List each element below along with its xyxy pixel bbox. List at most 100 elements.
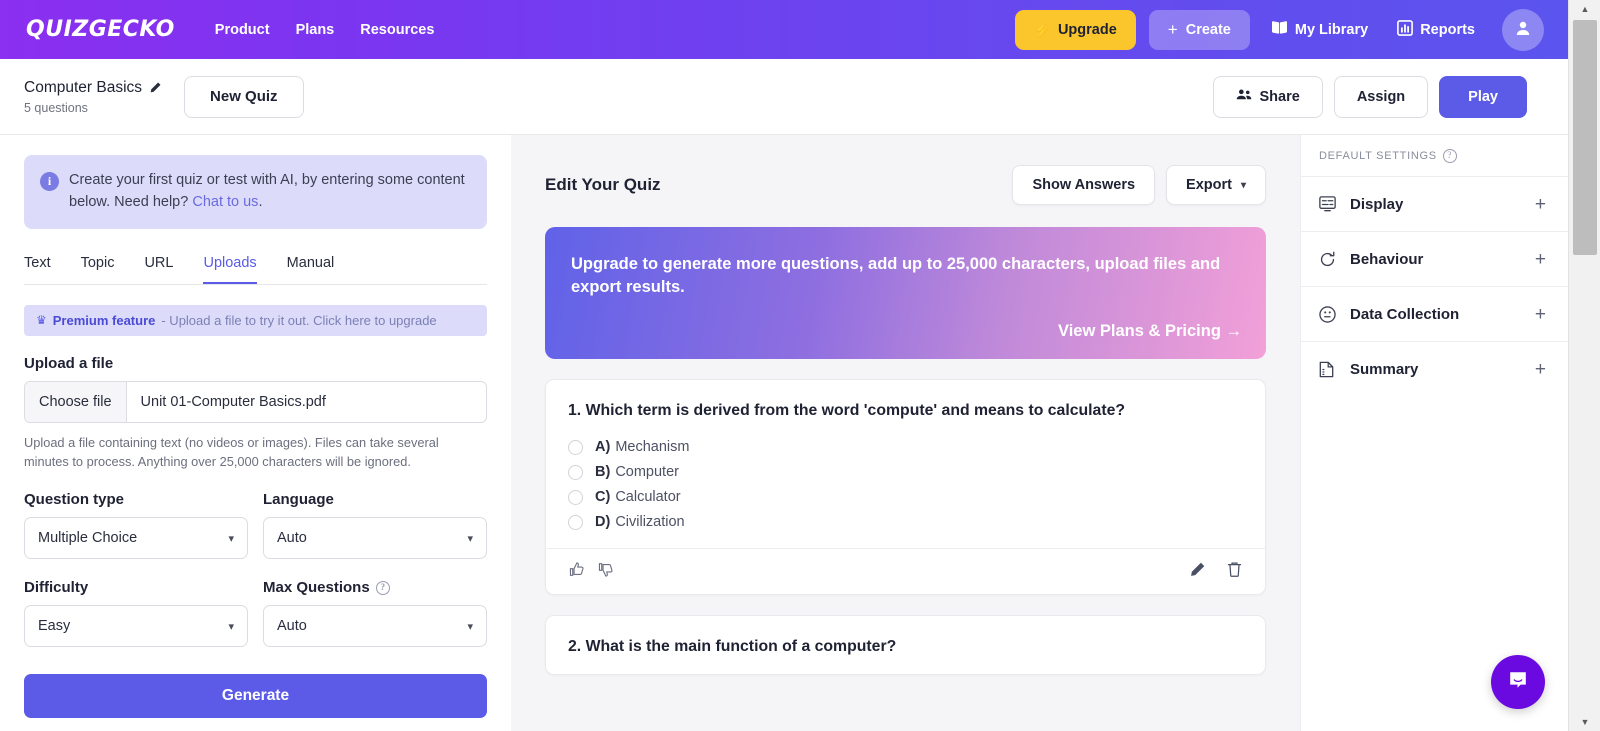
my-library-label: My Library	[1295, 22, 1368, 38]
info-banner: i Create your first quiz or test with AI…	[24, 155, 487, 229]
nav-link-resources[interactable]: Resources	[360, 22, 434, 38]
max-questions-label: Max Questions ?	[263, 579, 487, 596]
tab-topic[interactable]: Topic	[81, 251, 115, 284]
quiz-subheader: Computer Basics 5 questions New Quiz	[0, 59, 1568, 135]
expand-plus-icon[interactable]: +	[1535, 360, 1546, 379]
quiz-source-panel: i Create your first quiz or test with AI…	[0, 135, 511, 731]
choose-file-button[interactable]: Choose file	[25, 382, 127, 422]
share-button[interactable]: Share	[1213, 76, 1323, 118]
setting-label-behaviour: Behaviour	[1350, 251, 1423, 268]
view-plans-pricing-link[interactable]: View Plans & Pricing →	[1058, 322, 1242, 341]
assign-button[interactable]: Assign	[1334, 76, 1428, 118]
option-letter: C)	[595, 489, 610, 505]
radio-button[interactable]	[568, 515, 583, 530]
setting-row-display[interactable]: Display +	[1301, 176, 1568, 231]
upgrade-button-label: Upgrade	[1058, 22, 1117, 38]
help-circle-icon[interactable]: ?	[376, 581, 390, 595]
radio-button[interactable]	[568, 490, 583, 505]
default-settings-text: DEFAULT SETTINGS	[1319, 150, 1437, 162]
premium-feature-label: Premium feature	[53, 313, 156, 328]
source-tabs: Text Topic URL Uploads Manual	[24, 251, 487, 285]
reports-link[interactable]: Reports	[1389, 20, 1483, 40]
quiz-title: Computer Basics	[24, 79, 142, 97]
create-button-label: Create	[1186, 22, 1231, 38]
question-option[interactable]: A) Mechanism	[568, 439, 1243, 455]
question-type-select[interactable]: Multiple Choice ▾	[24, 517, 248, 559]
expand-plus-icon[interactable]: +	[1535, 305, 1546, 324]
nav-link-product[interactable]: Product	[215, 22, 270, 38]
difficulty-label-text: Difficulty	[24, 579, 88, 596]
user-avatar-button[interactable]	[1502, 9, 1544, 51]
max-questions-select[interactable]: Auto ▾	[263, 605, 487, 647]
chevron-down-icon: ▾	[467, 532, 473, 545]
scrollbar-down-arrow[interactable]: ▼	[1569, 713, 1600, 731]
expand-plus-icon[interactable]: +	[1535, 195, 1546, 214]
expand-plus-icon[interactable]: +	[1535, 250, 1546, 269]
question-option[interactable]: B) Computer	[568, 464, 1243, 480]
upload-a-file-text: Upload a file	[24, 355, 113, 372]
help-circle-icon[interactable]: ?	[1443, 149, 1457, 163]
quizgecko-logo[interactable]: QUIZGECKO	[26, 17, 175, 42]
question-card: 2. What is the main function of a comput…	[545, 615, 1266, 675]
max-questions-value: Auto	[277, 618, 307, 634]
chevron-down-icon: ▾	[1241, 180, 1246, 191]
radio-button[interactable]	[568, 440, 583, 455]
setting-row-data-collection[interactable]: Data Collection +	[1301, 286, 1568, 341]
option-text: Calculator	[615, 489, 680, 505]
upgrade-button[interactable]: ⚡ Upgrade	[1015, 10, 1136, 50]
bar-chart-icon	[1397, 20, 1413, 40]
delete-trash-icon[interactable]	[1226, 561, 1243, 583]
create-button[interactable]: + Create	[1149, 10, 1250, 50]
page-viewport: QUIZGECKO Product Plans Resources ⚡ Upgr…	[0, 0, 1568, 731]
upgrade-promo-text: Upgrade to generate more questions, add …	[571, 253, 1242, 300]
play-button[interactable]: Play	[1439, 76, 1527, 118]
file-input-row[interactable]: Choose file Unit 01-Computer Basics.pdf	[24, 381, 487, 423]
my-library-link[interactable]: My Library	[1263, 20, 1376, 39]
thumbs-up-icon[interactable]	[568, 561, 585, 583]
export-label: Export	[1186, 177, 1232, 193]
question-option[interactable]: D) Civilization	[568, 514, 1243, 530]
difficulty-select[interactable]: Easy ▾	[24, 605, 248, 647]
main-columns: i Create your first quiz or test with AI…	[0, 135, 1568, 731]
default-settings-header: DEFAULT SETTINGS ?	[1301, 149, 1568, 176]
chat-bubble-icon	[1505, 667, 1531, 698]
quiz-header-actions: Share Assign Play	[1213, 76, 1528, 118]
export-button[interactable]: Export ▾	[1166, 165, 1266, 205]
tab-manual[interactable]: Manual	[287, 251, 335, 284]
edit-pencil-icon[interactable]	[1189, 561, 1206, 583]
max-questions-label-text: Max Questions	[263, 579, 370, 596]
scrollbar-thumb[interactable]	[1573, 20, 1597, 255]
question-option[interactable]: C) Calculator	[568, 489, 1243, 505]
tab-text[interactable]: Text	[24, 251, 51, 284]
top-navigation-bar: QUIZGECKO Product Plans Resources ⚡ Upgr…	[0, 0, 1568, 59]
user-icon	[1514, 19, 1532, 40]
tab-uploads[interactable]: Uploads	[203, 251, 256, 284]
setting-row-summary[interactable]: Summary +	[1301, 341, 1568, 396]
option-letter: D)	[595, 514, 610, 530]
new-quiz-button[interactable]: New Quiz	[184, 76, 304, 118]
quiz-editor-header: Edit Your Quiz Show Answers Export ▾	[545, 163, 1266, 207]
option-text: Mechanism	[615, 439, 689, 455]
language-label: Language	[263, 491, 487, 508]
tab-url[interactable]: URL	[144, 251, 173, 284]
difficulty-value: Easy	[38, 618, 70, 634]
data-collection-icon	[1319, 306, 1339, 323]
setting-label-summary: Summary	[1350, 361, 1418, 378]
setting-label-display: Display	[1350, 196, 1403, 213]
generate-button[interactable]: Generate	[24, 674, 487, 718]
setting-row-behaviour[interactable]: Behaviour +	[1301, 231, 1568, 286]
chat-widget-button[interactable]	[1491, 655, 1545, 709]
edit-pencil-icon[interactable]	[149, 81, 162, 94]
show-answers-button[interactable]: Show Answers	[1012, 165, 1155, 205]
thumbs-down-icon[interactable]	[597, 561, 614, 583]
page-scrollbar[interactable]: ▲ ▼	[1568, 0, 1600, 731]
language-select[interactable]: Auto ▾	[263, 517, 487, 559]
chat-to-us-link[interactable]: Chat to us	[192, 194, 258, 210]
question-card: 1. Which term is derived from the word '…	[545, 379, 1266, 595]
premium-feature-banner[interactable]: ♛ Premium feature - Upload a file to try…	[24, 305, 487, 336]
question-body: 1. Which term is derived from the word '…	[546, 380, 1265, 548]
document-icon	[1319, 361, 1339, 378]
radio-button[interactable]	[568, 465, 583, 480]
nav-link-plans[interactable]: Plans	[296, 22, 335, 38]
scrollbar-up-arrow[interactable]: ▲	[1569, 0, 1600, 18]
